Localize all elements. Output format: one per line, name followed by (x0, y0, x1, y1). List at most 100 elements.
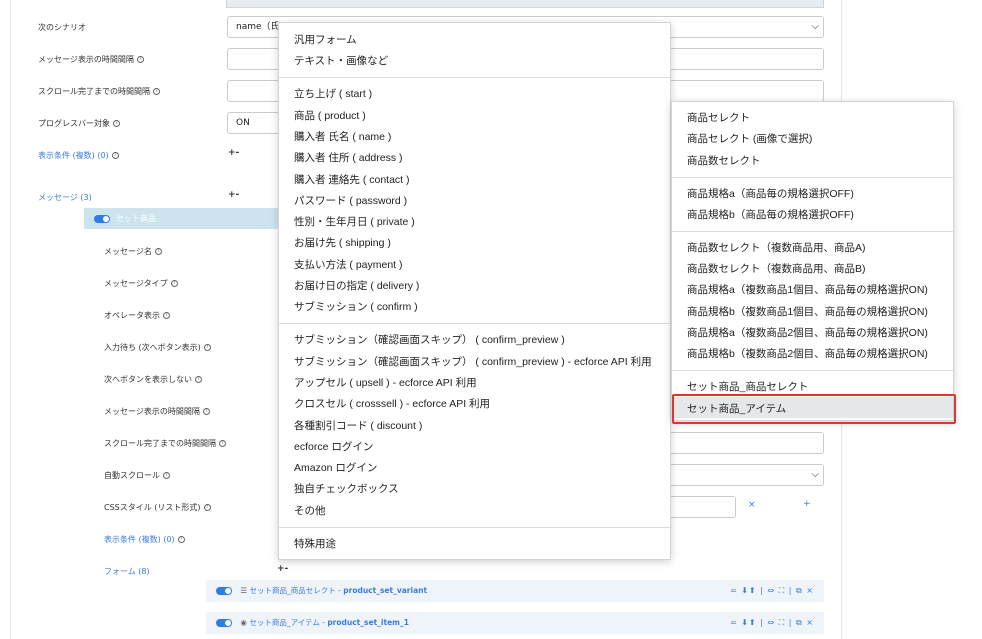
menu-item[interactable]: 商品規格a（商品毎の規格選択OFF) (687, 186, 854, 201)
form-row[interactable]: ◉ セット商品_アイテム - product_set_item_1 = ⬇⬆ |… (206, 612, 824, 634)
help-icon[interactable]: ? (163, 312, 170, 319)
help-icon[interactable]: ? (153, 88, 160, 95)
menu-item[interactable]: 商品規格a（複数商品1個目、商品毎の規格選択ON) (687, 282, 928, 297)
menu-item[interactable]: Amazon ログイン (294, 460, 377, 475)
menu-item[interactable]: パスワード ( password ) (294, 193, 407, 208)
autoscroll-label: 自動スクロール? (104, 470, 170, 481)
menu-item[interactable]: 商品数セレクト（複数商品用、商品A) (687, 240, 866, 255)
menu-item[interactable]: サブミッション（確認画面スキップ） ( confirm_preview ) - … (294, 354, 652, 369)
scroll-input[interactable] (668, 432, 824, 454)
menu-item[interactable]: ecforce ログイン (294, 439, 373, 454)
help-icon[interactable]: ? (202, 408, 210, 415)
label-text: スクロール完了までの時間間隔 (104, 439, 216, 448)
msg-interval-label: メッセージ表示の時間間隔? (38, 54, 144, 65)
menu-item[interactable]: 商品数セレクト（複数商品用、商品B) (687, 261, 866, 276)
message-header[interactable]: セット商品 (84, 208, 280, 229)
help-icon[interactable]: ? (111, 152, 119, 159)
row-tools[interactable]: = ⬇⬆ | ⇔ ⛶ | ⧉ × (730, 612, 814, 634)
list-icon: ☰ (240, 586, 248, 595)
menu-item[interactable]: 商品数セレクト (687, 153, 761, 168)
menu-item[interactable]: 商品セレクト (687, 110, 750, 125)
menu-item[interactable]: テキスト・画像など (294, 53, 388, 68)
menu-item[interactable]: 商品セレクト (画像で選択) (687, 131, 812, 146)
progress-target-label: プログレスバー対象? (38, 118, 120, 129)
add-css-button[interactable]: + (803, 499, 811, 509)
menu-item[interactable]: 各種割引コード ( discount ) (294, 418, 422, 433)
radio-icon: ◉ (240, 618, 247, 627)
menu-item[interactable]: 購入者 住所 ( address ) (294, 150, 403, 165)
help-icon[interactable]: ? (170, 280, 178, 287)
help-icon[interactable]: ? (203, 344, 211, 351)
label-text: プログレスバー対象 (38, 119, 110, 128)
scroll-label: スクロール完了までの時間間隔? (104, 438, 226, 449)
menu-item[interactable]: お届け日の指定 ( delivery ) (294, 278, 419, 293)
menu-item[interactable]: お届け先 ( shipping ) (294, 235, 391, 250)
product-submenu: 商品セレクト 商品セレクト (画像で選択) 商品数セレクト 商品規格a（商品毎の… (671, 101, 954, 421)
menu-divider (672, 231, 953, 232)
menu-item[interactable]: 汎用フォーム (294, 32, 357, 47)
help-icon[interactable]: ? (154, 248, 162, 255)
messages-link[interactable]: メッセージ (3) (38, 192, 92, 203)
add-remove-cond[interactable]: +- (228, 148, 239, 158)
menu-item[interactable]: その他 (294, 503, 326, 518)
menu-divider (279, 527, 670, 528)
msg-name-label: メッセージ名? (104, 246, 162, 257)
chevron-down-icon: ⌵ (811, 21, 819, 32)
menu-divider (672, 177, 953, 178)
row-key: product_set_item_1 (327, 618, 409, 627)
menu-item[interactable]: 商品規格a（複数商品2個目、商品毎の規格選択ON) (687, 325, 928, 340)
menu-divider (672, 370, 953, 371)
menu-item[interactable]: サブミッション ( confirm ) (294, 299, 418, 314)
label-text: フォーム (8) (104, 567, 150, 576)
row-tools[interactable]: = ⬇⬆ | ⇔ ⛶ | ⧉ × (730, 580, 814, 602)
toggle-switch[interactable] (94, 214, 110, 223)
operator-label: オペレータ表示? (104, 310, 170, 321)
menu-item[interactable]: 立ち上げ ( start ) (294, 86, 372, 101)
top-input-bar[interactable] (226, 0, 824, 8)
form-type-menu: 汎用フォーム テキスト・画像など 立ち上げ ( start ) 商品 ( pro… (278, 22, 671, 560)
menu-item[interactable]: 商品規格b（複数商品2個目、商品毎の規格選択ON) (687, 346, 928, 361)
toggle-switch[interactable] (216, 587, 232, 595)
menu-item[interactable]: 性別・生年月日 ( private ) (294, 214, 415, 229)
row-label: セット商品_アイテム - (249, 618, 328, 627)
menu-item[interactable]: セット商品_商品セレクト (687, 379, 808, 394)
next-scenario-label: 次のシナリオ (38, 22, 86, 33)
label-text: メッセージ表示の時間間隔 (104, 407, 200, 416)
form-row[interactable]: ☰ セット商品_商品セレクト - product_set_variant = ⬇… (206, 580, 824, 602)
menu-item[interactable]: 商品規格b（商品毎の規格選択OFF) (687, 207, 854, 222)
msg-cond-link[interactable]: 表示条件 (複数) (0)? (104, 534, 185, 545)
toggle-switch[interactable] (216, 619, 232, 627)
menu-item[interactable]: 特殊用途 (294, 536, 336, 551)
menu-item[interactable]: 商品 ( product ) (294, 108, 366, 123)
help-icon[interactable]: ? (136, 56, 144, 63)
menu-item[interactable]: 商品規格b（複数商品1個目、商品毎の規格選択ON) (687, 304, 928, 319)
menu-divider (279, 77, 670, 78)
help-icon[interactable]: ? (163, 472, 170, 479)
autoscroll-select[interactable]: ⌵ (668, 464, 824, 486)
add-remove-message[interactable]: +- (228, 190, 239, 200)
remove-css-button[interactable]: × (748, 500, 756, 510)
menu-item[interactable]: 購入者 氏名 ( name ) (294, 129, 391, 144)
menu-item[interactable]: 購入者 連絡先 ( contact ) (294, 172, 410, 187)
label-text: スクロール完了までの時間間隔 (38, 87, 150, 96)
hide-next-label: 次へボタンを表示しない? (104, 374, 202, 385)
chevron-down-icon: ⌵ (811, 469, 819, 480)
menu-item[interactable]: アップセル ( upsell ) - ecforce API 利用 (294, 375, 477, 390)
input-wait-label: 入力待ち (次へボタン表示)? (104, 342, 211, 353)
message-title: セット商品 (116, 214, 156, 223)
help-icon[interactable]: ? (177, 536, 185, 543)
label-text: 入力待ち (次へボタン表示) (104, 343, 201, 352)
menu-item[interactable]: 独自チェックボックス (294, 481, 399, 496)
menu-item[interactable]: サブミッション（確認画面スキップ） ( confirm_preview ) (294, 332, 565, 347)
display-cond-link[interactable]: 表示条件 (複数) (0)? (38, 150, 119, 161)
row-label: セット商品_商品セレクト - (249, 586, 344, 595)
forms-link[interactable]: フォーム (8) (104, 566, 150, 577)
menu-item[interactable]: 支払い方法 ( payment ) (294, 257, 403, 272)
help-icon[interactable]: ? (219, 440, 226, 447)
menu-item[interactable]: クロスセル ( crosssell ) - ecforce API 利用 (294, 396, 490, 411)
help-icon[interactable]: ? (113, 120, 120, 127)
help-icon[interactable]: ? (203, 504, 211, 511)
add-remove-form[interactable]: +- (277, 564, 288, 574)
css-input[interactable] (668, 496, 736, 518)
help-icon[interactable]: ? (195, 376, 202, 383)
